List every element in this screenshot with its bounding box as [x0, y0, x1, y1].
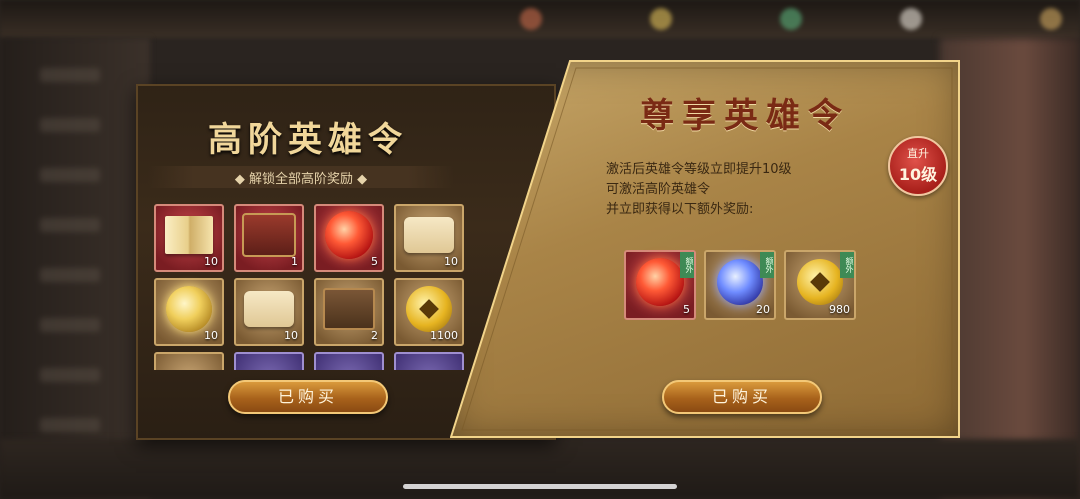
- extra-tag: 额外: [680, 252, 694, 278]
- treasure-chest-icon: [242, 213, 296, 258]
- resource-icon: [520, 8, 542, 30]
- reward-slot[interactable]: [234, 352, 304, 370]
- gold-orb-icon: [166, 286, 212, 333]
- home-indicator[interactable]: [403, 484, 677, 489]
- blurred-sidebar: [0, 38, 150, 499]
- reward-slot[interactable]: 10: [154, 278, 224, 346]
- reward-count: 5: [371, 255, 378, 268]
- reward-slot[interactable]: 2: [314, 278, 384, 346]
- extra-tag: 额外: [760, 252, 774, 278]
- blurred-scene: [940, 38, 1080, 499]
- reward-count: 5: [683, 303, 690, 316]
- reward-count: 980: [829, 303, 850, 316]
- reward-grid[interactable]: 10 1 5 10 10 10 2 1100: [154, 204, 466, 370]
- reward-count: 1100: [430, 329, 458, 342]
- reward-slot[interactable]: 1100: [394, 278, 464, 346]
- reward-slot[interactable]: 10: [154, 204, 224, 272]
- bonus-reward-slot[interactable]: 额外 5: [624, 250, 696, 320]
- resource-icon: [1040, 8, 1062, 30]
- reward-count: 10: [204, 329, 218, 342]
- map-scroll-icon: [244, 291, 294, 328]
- resource-icon: [900, 8, 922, 30]
- advanced-pass-title: 高阶英雄令: [208, 120, 408, 160]
- bonus-reward-slot[interactable]: 额外 20: [704, 250, 776, 320]
- reward-count: 10: [284, 329, 298, 342]
- mystery-box-icon: [323, 288, 375, 331]
- extra-tag: 额外: [840, 252, 854, 278]
- badge-line1: 直升: [907, 147, 929, 160]
- reward-count: 10: [444, 255, 458, 268]
- reward-slot[interactable]: [154, 352, 224, 370]
- reward-count: 20: [756, 303, 770, 316]
- unlock-rewards-subtitle: ◆ 解锁全部高阶奖励 ◆: [234, 172, 368, 187]
- red-orb-icon: [636, 258, 684, 307]
- resource-icon: [650, 8, 672, 30]
- reward-count: 10: [204, 255, 218, 268]
- description-line: 并立即获得以下额外奖励:: [606, 202, 754, 217]
- description-line: 激活后英雄令等级立即提升10级: [606, 162, 792, 177]
- reward-count: 2: [371, 329, 378, 342]
- scroll-book-icon: [165, 216, 213, 255]
- reward-slot[interactable]: [314, 352, 384, 370]
- description-line: 可激活高阶英雄令: [606, 182, 711, 197]
- blurred-footer: [0, 439, 1080, 499]
- reward-slot[interactable]: [394, 352, 464, 370]
- resource-icon: [780, 8, 802, 30]
- paper-scroll-icon: [404, 217, 454, 254]
- bonus-reward-slot[interactable]: 额外 980: [784, 250, 856, 320]
- purchased-button-advanced[interactable]: 已购买: [228, 380, 388, 414]
- reward-slot[interactable]: 10: [234, 278, 304, 346]
- reward-slot[interactable]: 1: [234, 204, 304, 272]
- gold-coin-icon: [406, 286, 452, 333]
- premium-pass-title: 尊享英雄令: [640, 96, 850, 136]
- reward-count: 1: [291, 255, 298, 268]
- blue-orb-icon: [717, 259, 763, 306]
- gold-coin-icon: [797, 259, 843, 306]
- reward-slot[interactable]: 10: [394, 204, 464, 272]
- reward-slot[interactable]: 5: [314, 204, 384, 272]
- premium-description: 激活后英雄令等级立即提升10级 可激活高阶英雄令 并立即获得以下额外奖励:: [606, 160, 926, 220]
- purchased-button-premium[interactable]: 已购买: [662, 380, 822, 414]
- red-orb-icon: [325, 211, 373, 260]
